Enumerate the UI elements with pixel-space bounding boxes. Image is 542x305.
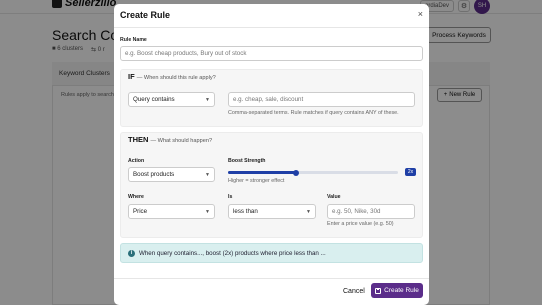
if-heading: IF — When should this rule apply? bbox=[128, 72, 216, 81]
chevron-down-icon: ▼ bbox=[205, 96, 210, 103]
value-input[interactable]: e.g. 50, Nike, 30d bbox=[327, 204, 415, 219]
rule-name-input[interactable]: e.g. Boost cheap products, Bury out of s… bbox=[120, 46, 423, 61]
then-keyword: THEN bbox=[128, 135, 149, 144]
cancel-button[interactable]: Cancel bbox=[343, 288, 365, 295]
create-rule-modal: Create Rule × Rule Name e.g. Boost cheap… bbox=[114, 4, 429, 305]
chevron-down-icon: ▼ bbox=[205, 171, 210, 178]
info-icon: i bbox=[128, 249, 135, 257]
create-rule-button[interactable]: Create Rule bbox=[371, 283, 423, 298]
strength-slider-thumb[interactable] bbox=[293, 169, 299, 176]
then-subtitle: — What should happen? bbox=[150, 138, 213, 144]
modal-title: Create Rule bbox=[120, 10, 171, 20]
strength-help: Higher = stronger effect bbox=[228, 178, 285, 184]
value-help: Enter a price value (e.g. 50) bbox=[327, 221, 394, 227]
rule-summary: i When query contains..., boost (2x) pro… bbox=[120, 243, 423, 263]
is-label: Is bbox=[228, 194, 233, 200]
strength-slider-fill bbox=[228, 171, 296, 174]
operator-select-value: less than bbox=[233, 208, 258, 215]
strength-slider[interactable] bbox=[228, 169, 398, 176]
action-select[interactable]: Boost products ▼ bbox=[128, 167, 215, 182]
terms-help: Comma-separated terms. Rule matches if q… bbox=[228, 110, 399, 116]
rule-name-label: Rule Name bbox=[120, 37, 147, 43]
modal-header: Create Rule × bbox=[114, 4, 429, 28]
action-label: Action bbox=[128, 158, 145, 164]
operator-select[interactable]: less than ▼ bbox=[228, 204, 316, 219]
save-icon bbox=[375, 287, 382, 294]
chevron-down-icon: ▼ bbox=[205, 208, 210, 215]
if-keyword: IF bbox=[128, 72, 135, 81]
modal-footer: Cancel Create Rule bbox=[114, 278, 429, 305]
value-label: Value bbox=[327, 194, 341, 200]
create-rule-label: Create Rule bbox=[384, 287, 419, 294]
condition-select-value: Query contains bbox=[133, 96, 175, 103]
then-heading: THEN — What should happen? bbox=[128, 135, 212, 144]
condition-select[interactable]: Query contains ▼ bbox=[128, 92, 215, 107]
chevron-down-icon: ▼ bbox=[306, 208, 311, 215]
rule-summary-text: When query contains..., boost (2x) produ… bbox=[139, 249, 326, 257]
terms-input[interactable]: e.g. cheap, sale, discount bbox=[228, 92, 415, 107]
close-icon[interactable]: × bbox=[418, 9, 423, 19]
strength-label: Boost Strength bbox=[228, 158, 266, 164]
where-label: Where bbox=[128, 194, 144, 200]
where-select[interactable]: Price ▼ bbox=[128, 204, 215, 219]
strength-badge: 2x bbox=[405, 168, 416, 176]
where-select-value: Price bbox=[133, 208, 148, 215]
action-select-value: Boost products bbox=[133, 171, 175, 178]
if-subtitle: — When should this rule apply? bbox=[136, 75, 216, 81]
